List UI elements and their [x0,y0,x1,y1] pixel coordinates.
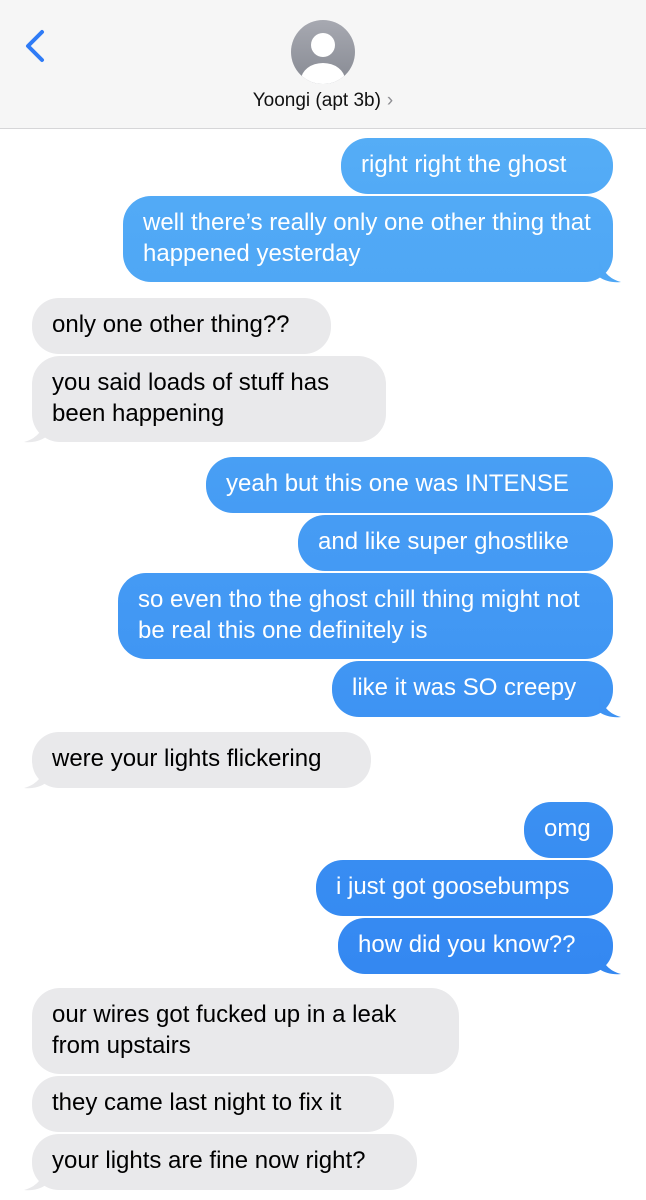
incoming-message[interactable]: they came last night to fix it [32,1076,394,1132]
outgoing-message[interactable]: and like super ghostlike [298,515,613,571]
incoming-message[interactable]: only one other thing?? [32,298,331,354]
incoming-message[interactable]: were your lights flickering [32,732,371,788]
outgoing-message[interactable]: omg [524,802,613,858]
chevron-right-icon: › [386,90,394,111]
incoming-message[interactable]: you said loads of stuff has been happeni… [32,356,386,442]
incoming-tail [24,421,46,443]
contact-name: Yoongi (apt 3b) [252,90,381,111]
outgoing-tail [599,696,621,718]
incoming-message[interactable]: your lights are fine now right? [32,1134,417,1190]
outgoing-message[interactable]: so even tho the ghost chill thing might … [118,573,613,659]
incoming-tail [24,767,46,789]
outgoing-tail [599,261,621,283]
outgoing-message[interactable]: like it was SO creepy [332,661,613,717]
outgoing-message[interactable]: well there’s really only one other thing… [123,196,613,282]
outgoing-message[interactable]: right right the ghost [341,138,613,194]
person-avatar-icon[interactable] [291,20,355,84]
outgoing-tail [599,953,621,975]
outgoing-message[interactable]: i just got goosebumps [316,860,613,916]
outgoing-message[interactable]: how did you know?? [338,918,613,974]
outgoing-message[interactable]: yeah but this one was INTENSE [206,457,613,513]
back-chevron-icon[interactable] [18,26,54,66]
conversation-header: Yoongi (apt 3b) › [0,0,646,129]
incoming-message[interactable]: our wires got fucked up in a leak from u… [32,988,459,1074]
contact-name-button[interactable]: Yoongi (apt 3b) › [0,90,646,112]
incoming-tail [24,1169,46,1191]
